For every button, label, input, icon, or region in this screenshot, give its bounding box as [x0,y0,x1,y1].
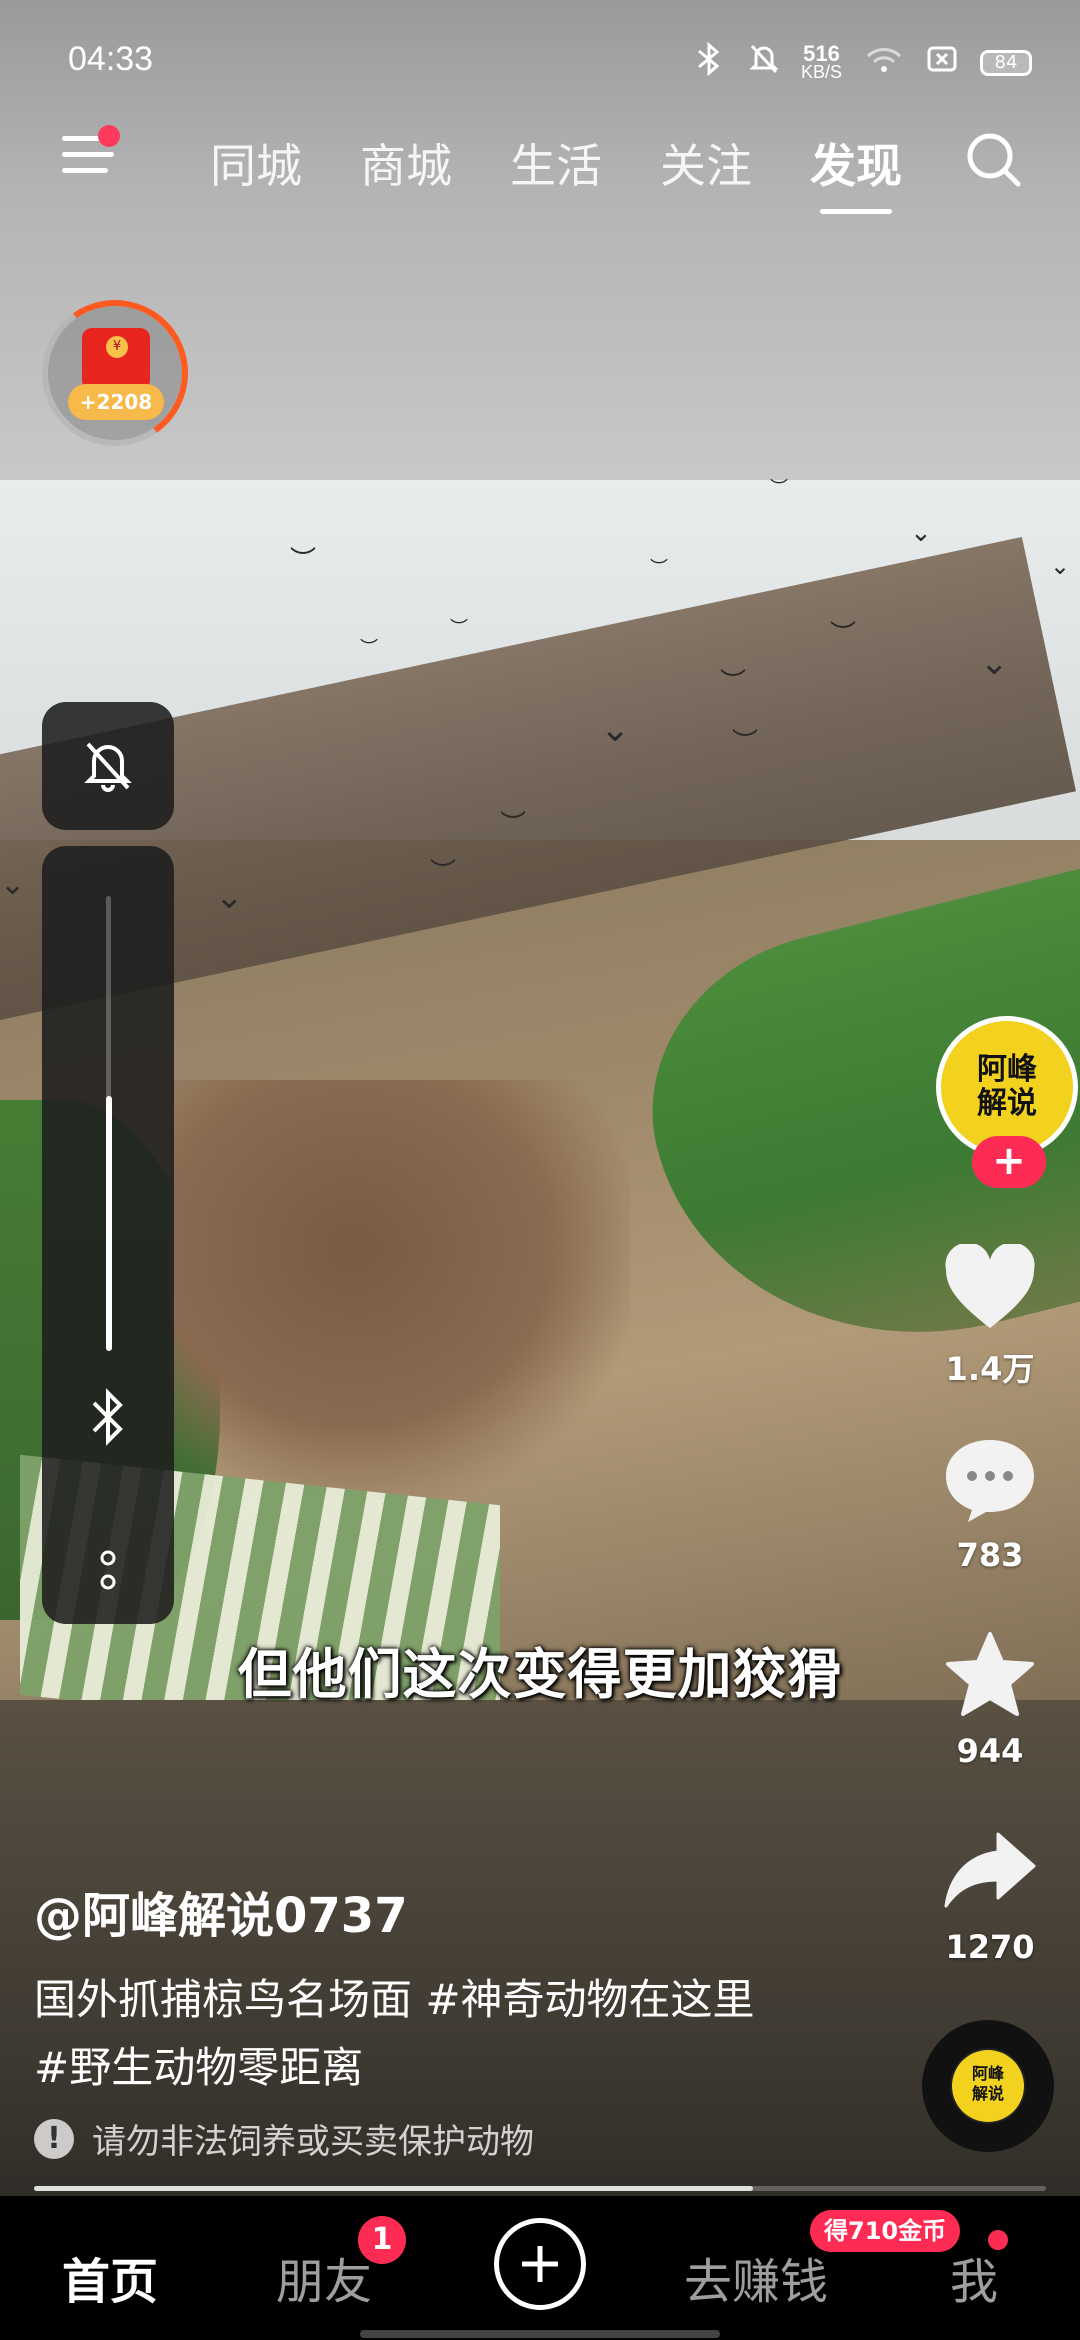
bird: ︶ [770,478,788,499]
red-packet-amount: +2208 [68,384,164,420]
disc-text-line1: 阿峰 [971,2064,1004,2083]
bird: ⌄ [0,867,26,902]
mute-bell-icon [749,43,779,82]
bird: ︶ [430,858,457,888]
video-description[interactable]: 国外抓捕椋鸟名场面 #神奇动物在这里 #野生动物零距离 [34,1966,774,2102]
bird: ⌄ [600,709,631,750]
status-icons: 516 KB/S 84 [691,40,1032,83]
bird: ⌄ [1050,552,1071,580]
music-disc[interactable]: 阿峰 解说 [922,2020,1054,2152]
bottom-tab-bar: 首页 朋友 1 去赚钱 得710金币 我 [0,2196,1080,2340]
bluetooth-output-icon[interactable] [86,1386,130,1448]
bird: ︶ [290,546,317,576]
sim-icon [926,45,958,80]
bird: ︶ [360,638,378,659]
heart-icon [945,1242,1035,1328]
bird: ⌄ [215,877,244,917]
video-subtitle: 但他们这次变得更加狡猾 [237,1643,843,1706]
bird: ︶ [732,728,759,758]
like-count: 1.4万 [945,1350,1035,1388]
top-nav: 同城 商城 生活 关注 发现 [0,120,1080,220]
wifi-icon [864,44,904,81]
video-progress-fill [34,2186,753,2191]
earn-coins-badge: 得710金币 [810,2210,961,2252]
bird: ⌄ [980,643,1009,683]
bird: ︶ [830,620,857,650]
network-speed-unit: KB/S [800,61,842,82]
tab-me[interactable]: 我 [950,2242,998,2312]
avatar-text-line2: 解说 [977,1086,1037,1121]
favorite-count: 944 [956,1732,1024,1770]
video-soil [170,1080,630,1500]
disc-text-line2: 解说 [971,2084,1004,2103]
bird: ︶ [500,810,527,840]
volume-panel [42,846,174,1624]
tab-guanzhu[interactable]: 关注 [660,130,752,196]
tab-shangcheng[interactable]: 商城 [360,130,452,196]
search-icon[interactable] [964,130,1024,190]
mute-toggle[interactable] [42,702,174,830]
home-indicator [360,2330,720,2338]
friends-badge: 1 [358,2216,406,2264]
tab-shenghuo[interactable]: 生活 [510,130,602,196]
network-speed-value: 516 [803,40,840,66]
tab-friends[interactable]: 朋友 [276,2242,372,2312]
like-button[interactable]: 1.4万 [900,1242,1080,1390]
tab-faxian[interactable]: 发现 [810,130,902,214]
bluetooth-icon [691,41,727,83]
network-speed: 516 KB/S [800,40,842,82]
me-notification-dot [988,2230,1008,2250]
bird: ⌄ [910,518,932,548]
comment-count: 783 [956,1536,1024,1574]
share-arrow-icon [944,1832,1036,1908]
comment-icon [946,1440,1034,1522]
legal-notice-text: 请勿非法饲养或买卖保护动物 [92,2122,534,2162]
menu-notification-dot [98,125,120,147]
status-bar: 04:33 516 KB/S 84 [0,40,1080,90]
exclamation-icon: ! [34,2118,74,2159]
share-count: 1270 [945,1928,1035,1966]
tab-tongcheng[interactable]: 同城 [210,130,302,196]
more-options-icon[interactable] [94,1546,122,1596]
music-disc-cover: 阿峰 解说 [952,2050,1024,2122]
top-tabs: 同城 商城 生活 关注 发现 [210,130,902,214]
tab-earn[interactable]: 去赚钱 [684,2242,828,2312]
bell-off-icon [80,736,136,796]
bird: ︶ [450,618,468,639]
create-post-button[interactable] [494,2218,586,2310]
battery-indicator: 84 [980,49,1032,76]
avatar-text-line1: 阿峰 [977,1052,1037,1087]
bird: ︶ [650,558,668,579]
coin-icon: ¥ [106,336,128,358]
volume-slider-fill[interactable] [106,1096,112,1351]
bird: ︶ [720,668,747,698]
comment-button[interactable]: 783 [900,1434,1080,1574]
status-time: 04:33 [68,40,154,78]
follow-button[interactable]: + [972,1136,1046,1188]
share-button[interactable]: 1270 [900,1826,1080,1966]
tab-home[interactable]: 首页 [62,2242,158,2312]
legal-notice: ! 请勿非法饲养或买卖保护动物 [34,2114,534,2163]
video-progress-bar[interactable] [34,2186,1046,2191]
author-handle[interactable]: @阿峰解说0737 [34,1876,408,1946]
red-packet-widget[interactable]: ¥ +2208 [30,288,200,458]
